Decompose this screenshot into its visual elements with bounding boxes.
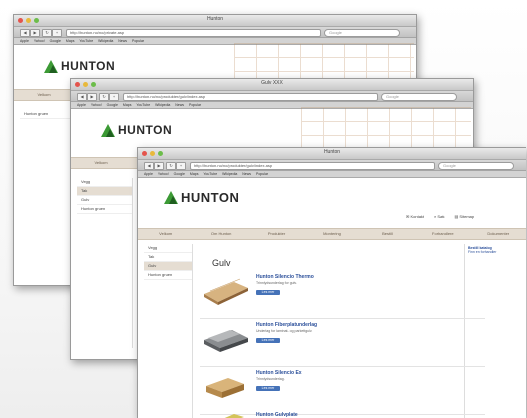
add-bookmark-icon[interactable]: + [52,29,62,37]
page-heading: Gulv [212,258,231,268]
product-item: Hunton Fiberplatunderlag Underlag for la… [200,320,485,367]
back-arrow-icon[interactable]: ◀ [77,93,87,101]
nav-item-velkom[interactable]: Velkom [138,229,193,239]
product-title[interactable]: Hunton Gulvplate [256,412,298,418]
nav-item-bestill[interactable]: Bestill [360,229,415,239]
front-window-titlebar: Hunton [138,148,526,160]
product-title[interactable]: Hunton Fiberplatunderlag [256,322,317,328]
nav-item-velkom[interactable]: Velkom [71,158,131,168]
nav-item-om-hunton[interactable]: Om Hunton [193,229,248,239]
sidebar-item-hunton-gruen[interactable]: Hunton gruen [77,205,132,214]
hunton-logo-icon [101,123,115,137]
product-image [206,378,244,398]
window-title: Hunton [323,149,341,155]
contact-link[interactable]: ✉ Kontakt [406,214,424,219]
hunton-logo[interactable]: HUNTON [101,123,172,137]
window-title: Gulv XXX [261,80,283,86]
bookmarks-bar[interactable]: Apple Yahoo! Google Maps YouTube Wikiped… [138,171,526,178]
nav-item-dokumenter[interactable]: Dokumenter [471,229,526,239]
nav-item-produkter[interactable]: Produkter [249,229,304,239]
search-link[interactable]: ⌕ Søk [434,214,444,219]
sidebar-item-vegg[interactable]: Vegg [144,244,192,253]
hunton-logo-icon [164,191,178,204]
sidebar: Hunton gruen [20,110,76,280]
add-bookmark-icon[interactable]: + [176,162,186,170]
address-bar[interactable]: http://hunton.no/no/produkter/gulv/index… [123,93,378,101]
forward-arrow-icon[interactable]: ▶ [154,162,164,170]
nav-item-forhandlere[interactable]: Forhandlere [415,229,470,239]
hunton-logo[interactable]: HUNTON [44,59,115,73]
search-field[interactable]: Google [381,93,457,101]
read-more-button[interactable]: Les mer [256,386,280,391]
address-bar[interactable]: http://hunton.no/no/produkter/gulv/index… [190,162,435,170]
hunton-logo-icon [44,59,58,73]
sidebar-item-gulv[interactable]: Gulv [144,262,192,271]
front-browser-window: Hunton ◀ ▶ ↻ + http://hunton.no/no/produ… [137,147,526,418]
sidebar-item-tak[interactable]: Tak [144,253,192,262]
add-bookmark-icon[interactable]: + [109,93,119,101]
product-item: Hunton Silencio Ex Trinnlydsunderlag. Le… [200,368,485,415]
sidebar-item-gulv[interactable]: Gulv [77,196,132,205]
middle-window-titlebar: Gulv XXX [71,79,473,91]
product-image [204,330,248,352]
sidebar-item-vegg[interactable]: Vegg [77,178,132,187]
reload-icon[interactable]: ↻ [99,93,109,101]
back-arrow-icon[interactable]: ◀ [20,29,30,37]
forward-arrow-icon[interactable]: ▶ [30,29,40,37]
hunton-logo[interactable]: HUNTON [164,190,239,205]
search-field[interactable]: Google [438,162,514,170]
back-window-titlebar: Hunton [14,15,416,27]
forward-arrow-icon[interactable]: ▶ [87,93,97,101]
product-description: Trinnlydsunderlag for gulv. [256,281,297,285]
main-nav: Velkom Om Hunton Produkter Montering Bes… [138,228,526,240]
sidebar-item-hunton-gruen[interactable]: Hunton gruen [20,110,75,119]
sidebar-item-tak[interactable]: Tak [77,187,132,196]
read-more-button[interactable]: Les mer [256,338,280,343]
front-window-toolbar: ◀ ▶ ↻ + http://hunton.no/no/produkter/gu… [138,160,526,171]
nav-item-velkom[interactable]: Velkom [14,90,74,100]
back-arrow-icon[interactable]: ◀ [144,162,154,170]
product-item: Hunton Silencio Thermo Trinnlydsunderlag… [200,272,485,319]
nav-item-montering[interactable]: Montering [304,229,359,239]
find-dealer-link[interactable]: Finn en forhandler [468,250,526,254]
product-title[interactable]: Hunton Silencio Thermo [256,274,314,280]
search-field[interactable]: Google [324,29,400,37]
product-image [224,414,244,418]
utility-links: ✉ Kontakt ⌕ Søk ▤ Sitemap [406,214,474,219]
reload-icon[interactable]: ↻ [42,29,52,37]
sitemap-link[interactable]: ▤ Sitemap [455,214,475,219]
product-description: Trinnlydsunderlag. [256,377,285,381]
back-window-toolbar: ◀ ▶ ↻ + http://hunton.no/no/private.asp … [14,27,416,38]
product-image [204,278,248,305]
product-item: Hunton Gulvplate [200,410,485,418]
sidebar-item-hunton-gruen[interactable]: Hunton gruen [144,271,192,280]
product-title[interactable]: Hunton Silencio Ex [256,370,302,376]
reload-icon[interactable]: ↻ [166,162,176,170]
address-bar[interactable]: http://hunton.no/no/private.asp [66,29,321,37]
middle-window-toolbar: ◀ ▶ ↻ + http://hunton.no/no/produkter/gu… [71,91,473,102]
sidebar: Vegg Tak Gulv Hunton gruen [144,244,193,418]
read-more-button[interactable]: Les mer [256,290,280,295]
product-description: Underlag for laminat- og parkettgulv. [256,329,313,333]
sidebar: Vegg Tak Gulv Hunton gruen [77,178,133,348]
window-title: Hunton [206,16,224,22]
